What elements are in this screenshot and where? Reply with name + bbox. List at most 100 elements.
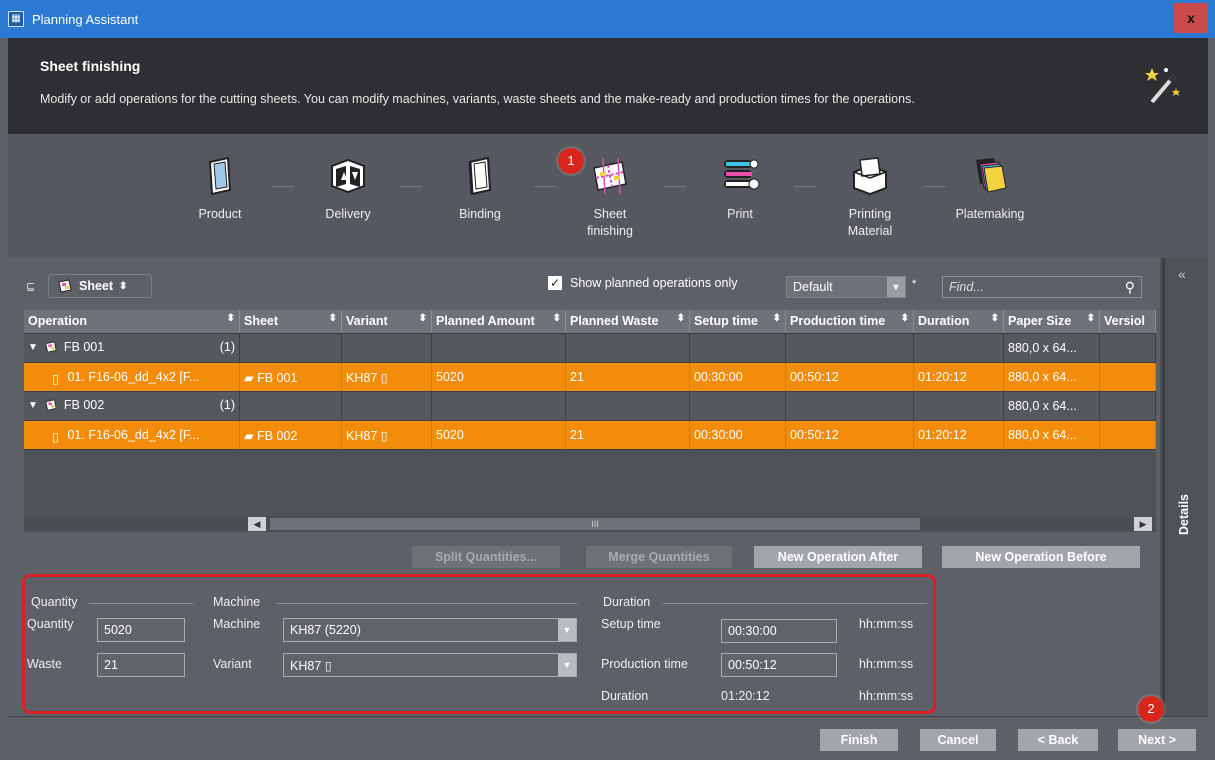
sort-icon: ⬍: [990, 313, 999, 324]
details-tab[interactable]: Details: [1177, 494, 1191, 535]
column-planned-waste[interactable]: Planned Waste ⬍: [566, 310, 690, 333]
page-title: Sheet finishing: [40, 58, 141, 74]
setup-time-unit: hh:mm:ss: [859, 617, 914, 631]
show-planned-checkbox[interactable]: ✓ Show planned operations only: [548, 276, 737, 290]
step-print[interactable]: Print: [690, 154, 790, 223]
sheet-grouping-button[interactable]: Sheet ⬍: [48, 274, 152, 298]
checkbox-checked-icon[interactable]: ✓: [548, 276, 562, 290]
back-button[interactable]: < Back: [1018, 729, 1098, 751]
duration-unit: hh:mm:ss: [859, 689, 914, 703]
column-paper-size[interactable]: Paper Size ⬍: [1004, 310, 1100, 333]
sort-icon: ⬍: [1086, 313, 1095, 324]
waste-label: Waste: [27, 657, 62, 671]
plates-icon: [976, 158, 1007, 193]
operations-table: Operation ⬍ Sheet ⬍ Variant ⬍ Planned Amoun…: [24, 310, 1156, 532]
sort-icon: ⬍: [226, 313, 235, 324]
sheet-icon: [45, 399, 57, 411]
cancel-button[interactable]: Cancel: [920, 729, 996, 751]
machine-select[interactable]: KH87 (5220) ▼: [283, 618, 577, 642]
production-time-unit: hh:mm:ss: [859, 657, 914, 671]
variant-label: Variant: [213, 657, 252, 671]
sort-icon: ⬍: [676, 313, 685, 324]
expand-arrow-icon[interactable]: ▼: [28, 342, 38, 353]
sort-icon: ⬍: [418, 313, 427, 324]
setup-time-label: Setup time: [601, 617, 661, 631]
product-icon: ▯: [324, 659, 332, 673]
horizontal-scrollbar[interactable]: ◀ III ▶: [24, 516, 1156, 532]
sort-icon: ⬍: [552, 313, 561, 324]
step-delivery[interactable]: Delivery: [298, 154, 398, 223]
sheet-icon: [45, 341, 57, 353]
table-row-group[interactable]: ▼ FB 002 (1) 880,0 x 64...: [24, 392, 1156, 421]
table-row-selected[interactable]: ▯ 01. F16-06_dd_4x2 [F... ▰ FB 001 KH87 …: [24, 363, 1156, 392]
new-operation-before-button[interactable]: New Operation Before: [942, 546, 1140, 568]
product-icon: ▯: [52, 372, 59, 386]
column-duration[interactable]: Duration ⬍: [914, 310, 1004, 333]
duration-value: 01:20:12: [721, 689, 770, 703]
search-icon[interactable]: ⚲: [1125, 279, 1135, 296]
chevron-down-icon: ▼: [558, 654, 576, 676]
column-variant[interactable]: Variant ⬍: [342, 310, 432, 333]
merge-quantities-button[interactable]: Merge Quantities: [586, 546, 732, 568]
window-title: Planning Assistant: [32, 11, 139, 27]
step-binding[interactable]: Binding: [430, 154, 530, 223]
sheet-icon: [58, 279, 72, 293]
quantity-label: Quantity: [27, 617, 74, 631]
sort-arrows-icon: ⬍: [119, 280, 128, 292]
close-button[interactable]: x: [1174, 3, 1208, 33]
column-setup-time[interactable]: Setup time ⬍: [690, 310, 786, 333]
scroll-thumb[interactable]: III: [270, 518, 920, 530]
split-quantities-button[interactable]: Split Quantities...: [412, 546, 560, 568]
printing-material-icon: [853, 157, 887, 196]
quantity-field[interactable]: 5020: [97, 618, 185, 642]
next-badge: 2: [1138, 696, 1164, 722]
production-time-field[interactable]: 00:50:12: [721, 653, 837, 677]
step-platemaking[interactable]: Platemaking: [940, 154, 1040, 223]
magic-wand-icon: [1145, 68, 1180, 104]
waste-field[interactable]: 21: [97, 653, 185, 677]
print-rollers-icon: [724, 159, 760, 190]
sheet-finishing-icon: [593, 157, 627, 195]
column-planned-amount[interactable]: Planned Amount ⬍: [432, 310, 566, 333]
chevron-down-icon: ▼: [887, 277, 905, 297]
table-row-group[interactable]: ▼ FB 001 (1) 880,0 x 64...: [24, 334, 1156, 363]
product-icon: ▯: [380, 429, 388, 443]
sort-icon: ⬍: [900, 313, 909, 324]
new-operation-after-button[interactable]: New Operation After: [754, 546, 922, 568]
wizard-footer: Finish Cancel < Back Next >: [8, 716, 1208, 760]
filter-dropdown[interactable]: Default ▼: [786, 276, 906, 298]
product-icon: [208, 156, 232, 196]
details-sidebar: « Details: [1160, 258, 1208, 716]
machine-section-title: Machine: [213, 595, 261, 609]
duration-label: Duration: [601, 689, 649, 703]
title-bar: ▦ Planning Assistant x: [0, 0, 1215, 38]
column-operation[interactable]: Operation ⬍: [24, 310, 240, 333]
scroll-right-icon[interactable]: ▶: [1134, 517, 1152, 531]
find-input[interactable]: Find... ⚲: [942, 276, 1142, 298]
finish-button[interactable]: Finish: [820, 729, 898, 751]
step-product[interactable]: Product: [170, 154, 270, 223]
page-description: Modify or add operations for the cutting…: [40, 92, 915, 106]
tree-collapse-icon[interactable]: ⊑: [26, 280, 42, 293]
column-version[interactable]: Versiol: [1100, 310, 1156, 333]
operation-details-form: Quantity Quantity 5020 Waste 21 Machine …: [22, 574, 936, 714]
variant-select[interactable]: KH87 ▯ ▼: [283, 653, 577, 677]
scroll-left-icon[interactable]: ◀: [248, 517, 266, 531]
quantity-section-title: Quantity: [31, 595, 78, 609]
column-production-time[interactable]: Production time ⬍: [786, 310, 914, 333]
collapse-sidebar-icon[interactable]: «: [1178, 266, 1186, 282]
chevron-down-icon: ▼: [558, 619, 576, 641]
step-badge: 1: [558, 148, 584, 174]
setup-time-field[interactable]: 00:30:00: [721, 619, 837, 643]
page-header: Sheet finishing Modify or add operations…: [8, 38, 1208, 134]
sheet-icon: ▰: [244, 371, 254, 385]
expand-arrow-icon[interactable]: ▼: [28, 400, 38, 411]
step-printing-material[interactable]: Printing Material: [820, 154, 920, 240]
table-row-selected[interactable]: ▯ 01. F16-06_dd_4x2 [F... ▰ FB 002 KH87 …: [24, 421, 1156, 450]
sort-icon: ⬍: [772, 313, 781, 324]
sort-icon: ⬍: [328, 313, 337, 324]
column-sheet[interactable]: Sheet ⬍: [240, 310, 342, 333]
operation-actions: Split Quantities... Merge Quantities New…: [8, 546, 1160, 568]
next-button[interactable]: Next >: [1118, 729, 1196, 751]
product-icon: ▯: [52, 430, 59, 444]
